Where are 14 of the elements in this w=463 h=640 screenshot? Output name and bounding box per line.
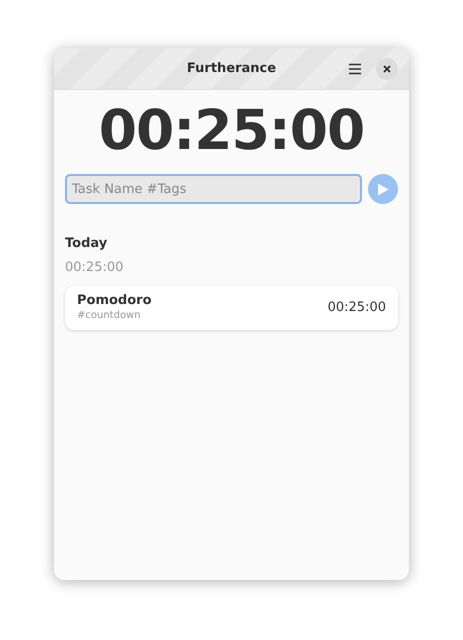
task-input-field[interactable]: Task Name #Tags (65, 174, 362, 204)
menu-icon[interactable] (348, 62, 362, 74)
task-card[interactable]: Pomodoro #countdown 00:25:00 (65, 286, 398, 330)
timer-display: 00:25:00 (98, 103, 366, 158)
close-icon (383, 64, 391, 72)
play-icon (377, 182, 390, 196)
day-title: Today (65, 235, 108, 253)
task-tags: #countdown (77, 309, 152, 323)
day-total: 00:25:00 (65, 258, 124, 276)
task-duration: 00:25:00 (328, 299, 386, 318)
start-button[interactable] (368, 174, 398, 204)
close-button[interactable] (376, 58, 398, 80)
window-title: Furtherance (186, 60, 276, 78)
task-name: Pomodoro (77, 293, 152, 309)
